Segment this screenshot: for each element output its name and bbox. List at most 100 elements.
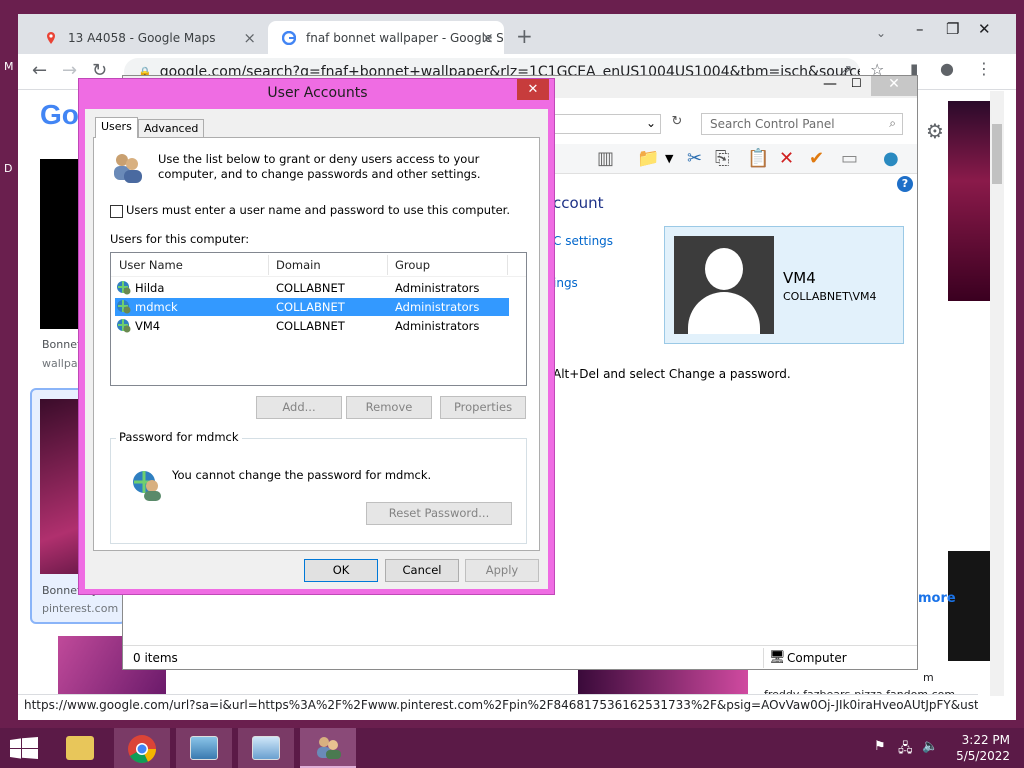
google-logo[interactable]: Go: [40, 99, 79, 131]
taskbar: ⚑ 🖧 🔈 3:22 PM 5/5/2022: [0, 728, 1024, 768]
apply-button[interactable]: Apply: [465, 559, 539, 582]
checkmark-icon[interactable]: ✔: [809, 148, 824, 169]
column-divider[interactable]: [268, 255, 269, 275]
volume-muted-icon[interactable]: 🔈: [922, 739, 938, 754]
forward-arrow-icon[interactable]: →: [62, 60, 77, 81]
status-divider: [763, 648, 764, 668]
profile-avatar-icon[interactable]: ●: [940, 59, 954, 78]
add-user-button[interactable]: Add...: [256, 396, 342, 419]
file-explorer-taskbar-button[interactable]: [52, 728, 108, 768]
picture-icon: [190, 736, 218, 760]
remove-user-button[interactable]: Remove: [346, 396, 432, 419]
dialog-body: Users Advanced Use the list below to gra…: [85, 109, 548, 589]
user-globe-icon: [117, 300, 131, 314]
users-list[interactable]: User Name Domain Group Hilda COLLABNET A…: [110, 252, 527, 386]
table-row[interactable]: VM4 COLLABNET Administrators: [115, 317, 509, 335]
cell-user-name: VM4: [135, 319, 161, 333]
maximize-icon[interactable]: ☐: [851, 76, 862, 90]
column-header-domain[interactable]: Domain: [276, 258, 321, 272]
delete-icon[interactable]: ✕: [779, 148, 794, 169]
cell-domain: COLLABNET: [276, 281, 345, 295]
column-header-user-name[interactable]: User Name: [119, 258, 183, 272]
new-tab-icon[interactable]: +: [516, 24, 533, 48]
close-window-icon[interactable]: ✕: [978, 20, 991, 38]
intro-text: Use the list below to grant or deny user…: [158, 152, 481, 181]
chevron-down-icon[interactable]: ⌄: [646, 116, 656, 130]
network-icon[interactable]: 🖧: [898, 739, 913, 761]
control-panel-taskbar-button[interactable]: [238, 728, 294, 768]
table-row-selected[interactable]: mdmck COLLABNET Administrators: [115, 298, 509, 316]
maps-pin-icon: [47, 31, 55, 44]
back-arrow-icon[interactable]: ←: [32, 60, 47, 81]
chrome-taskbar-button[interactable]: [114, 728, 170, 768]
clock-date[interactable]: 5/5/2022: [950, 749, 1010, 763]
cell-domain: COLLABNET: [276, 300, 345, 314]
maximize-icon[interactable]: ❐: [946, 20, 959, 38]
user-domain: COLLABNET\VM4: [783, 290, 877, 303]
cut-icon[interactable]: ✂: [687, 148, 702, 169]
scrollbar-thumb[interactable]: [992, 124, 1002, 184]
copy-icon[interactable]: ⎘: [715, 148, 729, 169]
action-center-flag-icon[interactable]: ⚑: [874, 739, 886, 754]
cell-user-name: Hilda: [135, 281, 165, 295]
desktop-text-fragment: D: [4, 162, 13, 175]
minimize-icon[interactable]: —: [823, 76, 837, 92]
settings-gear-icon[interactable]: ⚙: [926, 119, 944, 143]
table-row[interactable]: Hilda COLLABNET Administrators: [115, 279, 509, 297]
column-divider[interactable]: [387, 255, 388, 275]
result-caption[interactable]: Bonnet: [42, 338, 81, 351]
user-name: VM4: [783, 269, 816, 287]
clock-time[interactable]: 3:22 PM: [950, 733, 1010, 747]
cell-user-name: mdmck: [135, 300, 178, 314]
status-bar: 0 items 🖥 Computer: [123, 645, 917, 669]
tab-title: 13 A4058 - Google Maps: [68, 30, 216, 45]
require-password-label[interactable]: Users must enter a user name and passwor…: [126, 203, 510, 217]
search-control-panel-input[interactable]: Search Control Panel ⌕: [701, 113, 903, 135]
layout-pane-icon[interactable]: ▥: [597, 148, 614, 169]
link-status-bubble: https://www.google.com/url?sa=i&url=http…: [18, 694, 978, 716]
close-icon[interactable]: ✕: [517, 79, 549, 100]
tab-google-images[interactable]: fnaf bonnet wallpaper - Google S ×: [268, 21, 504, 54]
tab-google-maps[interactable]: 13 A4058 - Google Maps ×: [30, 21, 266, 54]
computer-icon: 🖥: [769, 650, 786, 665]
settings-link[interactable]: ings: [553, 276, 578, 290]
user-globe-icon: [133, 471, 161, 501]
cell-group: Administrators: [395, 319, 480, 333]
close-tab-icon[interactable]: ×: [243, 29, 256, 47]
windows-start-icon[interactable]: [10, 737, 38, 759]
chevron-down-icon[interactable]: ▼: [665, 152, 673, 165]
uac-settings-link[interactable]: C settings: [553, 234, 613, 248]
require-password-checkbox[interactable]: [110, 205, 123, 218]
minimize-icon[interactable]: –: [916, 20, 924, 38]
paste-icon[interactable]: 📋: [747, 148, 769, 169]
properties-button[interactable]: Properties: [440, 396, 526, 419]
user-accounts-taskbar-button[interactable]: [300, 728, 356, 768]
column-header-group[interactable]: Group: [395, 258, 430, 272]
properties-icon[interactable]: ▭: [841, 148, 858, 169]
result-source: pinterest.com: [42, 602, 119, 615]
reset-password-button[interactable]: Reset Password...: [366, 502, 512, 525]
column-divider[interactable]: [507, 255, 508, 275]
cancel-button[interactable]: Cancel: [385, 559, 459, 582]
address-bar[interactable]: ⌄: [553, 114, 661, 134]
user-globe-icon: [117, 319, 131, 333]
menu-kebab-icon[interactable]: ⋮: [976, 59, 992, 78]
search-icon: ⌕: [889, 116, 896, 130]
command-bar: ▥ 📁 ▼ ✂ ⎘ 📋 ✕ ✔ ▭ ●: [553, 144, 917, 174]
tab-users[interactable]: Users: [95, 117, 138, 138]
ok-button[interactable]: OK: [304, 559, 378, 582]
page-heading: ccount: [553, 194, 604, 212]
network-globe-icon[interactable]: ●: [883, 148, 899, 169]
close-tab-icon[interactable]: ×: [481, 29, 494, 47]
tab-advanced[interactable]: Advanced: [138, 119, 205, 138]
user-card: VM4 COLLABNET\VM4: [664, 226, 904, 344]
close-icon[interactable]: ✕: [871, 76, 917, 96]
help-icon[interactable]: ?: [897, 176, 913, 192]
change-password-hint: Alt+Del and select Change a password.: [553, 367, 791, 381]
more-link[interactable]: more: [918, 591, 956, 606]
tab-search-chevron-icon[interactable]: ⌄: [876, 26, 886, 40]
refresh-icon[interactable]: ↻: [667, 114, 687, 134]
folder-icon[interactable]: 📁: [637, 148, 659, 169]
location-label: Computer: [787, 651, 847, 665]
photos-taskbar-button[interactable]: [176, 728, 232, 768]
